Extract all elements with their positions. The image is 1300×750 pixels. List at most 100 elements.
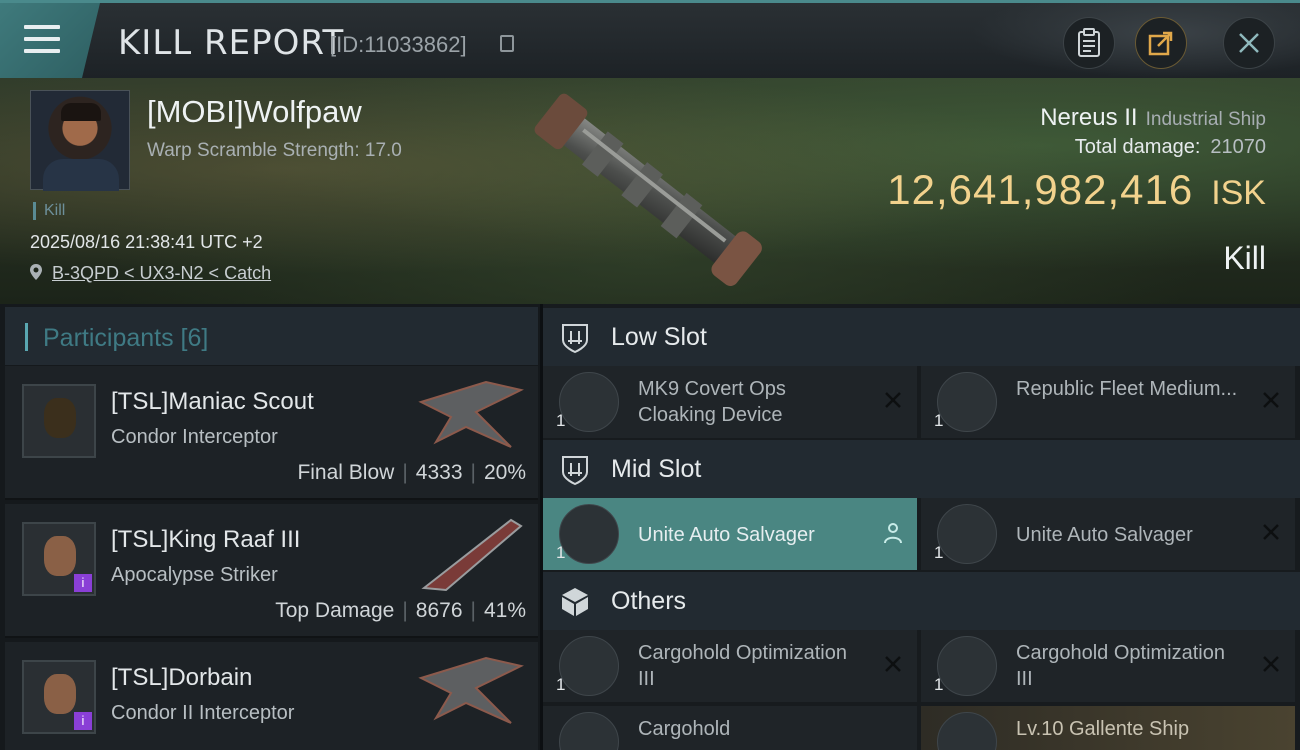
participant-percent: 41%	[483, 599, 526, 622]
victim-ship-name[interactable]: Nereus II Industrial Ship	[1040, 104, 1266, 132]
module-qty: 1	[556, 543, 566, 562]
participant-damage: 4333	[415, 461, 463, 484]
victim-ship-image	[534, 93, 762, 287]
module-name: Cargohold Optimization III	[638, 642, 847, 690]
participant-role: Top Damage	[275, 599, 395, 622]
total-damage: Total damage: 21070	[1075, 136, 1266, 159]
victim-pilot-name[interactable]: [MOBI]Wolfpaw	[147, 94, 362, 130]
low-slot-label: Low Slot	[611, 323, 707, 351]
module-item[interactable]: 1 Republic Fleet Medium...	[921, 366, 1295, 438]
participant-name: [TSL]Dorbain	[111, 664, 253, 691]
low-slot-icon	[562, 324, 588, 354]
page-title: KILL REPORT	[118, 23, 345, 63]
participant-avatar[interactable]: i	[22, 660, 96, 734]
kill-tag: Kill	[33, 202, 65, 220]
module-name: Unite Auto Salvager	[1016, 524, 1193, 546]
destroyed-x-icon	[885, 392, 901, 408]
module-name: Republic Fleet Medium...	[1016, 378, 1238, 400]
module-qty: 1	[556, 675, 566, 694]
location-pin-icon	[30, 264, 42, 280]
destroyed-x-icon	[885, 656, 901, 672]
destroyed-x-icon	[1263, 524, 1279, 540]
cargohold-icon	[937, 636, 997, 696]
participant-avatar[interactable]: i	[22, 522, 96, 596]
cloaking-device-icon	[559, 372, 619, 432]
participants-title: Participants [6]	[43, 324, 209, 352]
kill-timestamp: 2025/08/16 21:38:41 UTC +2	[30, 232, 263, 252]
participant-ship: Condor II Interceptor	[111, 702, 295, 724]
mid-slot-label: Mid Slot	[611, 455, 702, 483]
module-item[interactable]: 1 MK9 Covert Ops Cloaking Device	[543, 366, 917, 438]
participant-ship: Apocalypse Striker	[111, 564, 278, 586]
module-name: MK9 Covert Ops Cloaking Device	[638, 378, 786, 426]
module-item[interactable]: Lv.10 Gallente Ship	[921, 706, 1295, 750]
warp-scramble-strength: Warp Scramble Strength: 17.0	[147, 140, 402, 161]
close-button[interactable]	[1223, 17, 1275, 69]
clipboard-icon	[1078, 28, 1100, 57]
module-qty: 1	[934, 411, 944, 430]
kill-location-link[interactable]: B-3QPD < UX3-N2 < Catch	[52, 263, 271, 284]
module-name: Cargohold Optimization III	[1016, 642, 1225, 690]
salvager-icon	[937, 504, 997, 564]
module-item[interactable]: 1 Unite Auto Salvager	[921, 498, 1295, 570]
cargohold-icon	[559, 712, 619, 750]
module-qty: 1	[934, 543, 944, 562]
info-badge-icon: i	[74, 712, 92, 730]
share-icon	[1148, 31, 1173, 56]
destroyed-x-icon	[1263, 656, 1279, 672]
module-name: Cargohold	[638, 718, 731, 740]
report-id: [ID:11033862]	[330, 32, 467, 57]
module-qty: 1	[934, 675, 944, 694]
info-badge-icon: i	[74, 574, 92, 592]
total-damage-value: 21070	[1210, 136, 1266, 158]
participant-row[interactable]: [TSL]Maniac Scout Condor Interceptor Fin…	[5, 366, 538, 500]
hamburger-icon	[24, 25, 60, 61]
module-item[interactable]: Cargohold	[543, 706, 917, 750]
participant-ship: Condor Interceptor	[111, 426, 278, 448]
mid-slot-header: Mid Slot	[543, 440, 1300, 498]
participants-panel: Participants [6] [TSL]Maniac Scout Condo…	[0, 304, 540, 750]
menu-button[interactable]	[0, 3, 100, 78]
clipboard-button[interactable]	[1063, 17, 1115, 69]
ship-class: Industrial Ship	[1145, 109, 1266, 130]
low-slot-header: Low Slot	[543, 308, 1300, 366]
module-item[interactable]: 1 Cargohold Optimization III	[921, 630, 1295, 702]
top-bar: KILL REPORT [ID:11033862]	[0, 0, 1300, 78]
participant-stats: Top Damage | 8676 | 41%	[275, 599, 526, 622]
module-item[interactable]: 1 Cargohold Optimization III	[543, 630, 917, 702]
module-item[interactable]: 1 Unite Auto Salvager	[543, 498, 917, 570]
participant-name: [TSL]Maniac Scout	[111, 388, 314, 415]
victim-banner: [MOBI]Wolfpaw Warp Scramble Strength: 17…	[0, 78, 1300, 304]
cargo-box-icon	[562, 588, 588, 616]
module-name: Lv.10 Gallente Ship	[1016, 718, 1190, 740]
copy-icon[interactable]	[500, 35, 514, 52]
participant-ship-image	[418, 380, 524, 448]
module-icon	[937, 372, 997, 432]
dropped-person-icon	[884, 523, 902, 544]
result-label: Kill	[1223, 240, 1266, 276]
participant-role: Final Blow	[297, 461, 395, 484]
participant-percent: 20%	[483, 461, 526, 484]
total-damage-label: Total damage:	[1074, 136, 1201, 158]
participant-stats: Final Blow | 4333 | 20%	[297, 461, 526, 484]
module-name: Unite Auto Salvager	[638, 524, 815, 546]
share-button[interactable]	[1135, 17, 1187, 69]
participant-ship-image	[421, 518, 523, 592]
isk-amount: 12,641,982,416	[887, 166, 1194, 213]
participant-row[interactable]: i [TSL]King Raaf III Apocalypse Striker …	[5, 504, 538, 638]
ship-name-text: Nereus II	[1040, 104, 1138, 131]
others-label: Others	[611, 587, 687, 615]
fittings-panel: Low Slot 1 MK9 Covert Ops Cloaking Devic…	[543, 304, 1300, 750]
module-qty: 1	[556, 411, 566, 430]
isk-value: 12,641,982,416 ISK	[887, 166, 1266, 214]
others-header: Others	[543, 572, 1300, 630]
close-icon	[1239, 33, 1259, 53]
participant-damage: 8676	[415, 599, 463, 622]
participant-row[interactable]: i [TSL]Dorbain Condor II Interceptor	[5, 642, 538, 750]
participant-avatar[interactable]	[22, 384, 96, 458]
victim-avatar[interactable]	[30, 90, 130, 191]
mid-slot-icon	[562, 456, 588, 486]
salvager-icon	[559, 504, 619, 564]
isk-unit: ISK	[1211, 174, 1266, 212]
participant-name: [TSL]King Raaf III	[111, 526, 301, 553]
